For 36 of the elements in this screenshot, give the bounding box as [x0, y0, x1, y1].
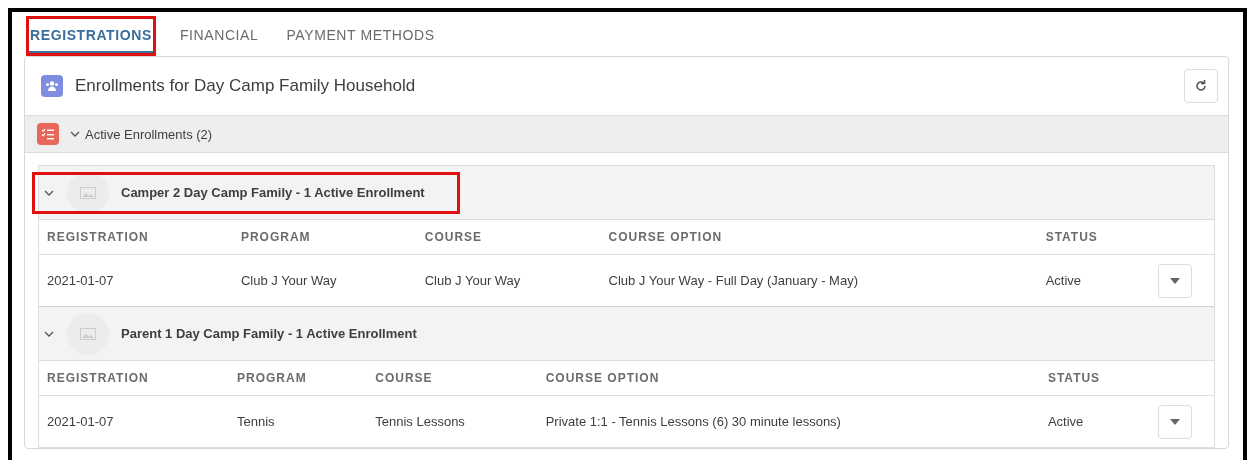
- table-cell: Club J Your Way - Full Day (January - May): [600, 254, 1038, 306]
- tab[interactable]: REGISTRATIONS: [28, 18, 154, 54]
- table-cell: Tennis: [229, 395, 368, 447]
- caret-icon: [1170, 277, 1180, 284]
- column-header: REGISTRATION: [39, 220, 233, 255]
- table-cell: Club J Your Way: [416, 254, 601, 306]
- table-cell: Club J Your Way: [232, 254, 417, 306]
- group-toggle[interactable]: Parent 1 Day Camp Family - 1 Active Enrollment: [35, 315, 449, 352]
- refresh-icon: [1194, 79, 1208, 93]
- column-header: COURSE: [367, 361, 538, 396]
- column-header: STATUS: [1037, 220, 1150, 255]
- column-header: COURSE: [416, 220, 601, 255]
- table-cell: Tennis Lessons: [367, 395, 538, 447]
- tab[interactable]: FINANCIAL: [177, 18, 261, 54]
- column-header: PROGRAM: [229, 361, 368, 396]
- caret-icon: [1170, 418, 1180, 425]
- people-icon: [41, 75, 63, 97]
- row-menu-button[interactable]: [1158, 263, 1192, 298]
- refresh-button[interactable]: [1184, 69, 1218, 103]
- table-cell: 2021-01-07: [39, 395, 230, 447]
- column-header: REGISTRATION: [39, 361, 230, 396]
- image-placeholder-icon: [67, 312, 109, 355]
- column-header: PROGRAM: [232, 220, 417, 255]
- table-cell: 2021-01-07: [39, 254, 233, 306]
- column-header: STATUS: [1039, 361, 1150, 396]
- column-header: COURSE OPTION: [600, 220, 1038, 255]
- table-cell: Active: [1037, 254, 1150, 306]
- section-toggle[interactable]: Active Enrollments (2): [69, 126, 213, 142]
- row-menu-button[interactable]: [1158, 404, 1192, 439]
- table-cell: Active: [1039, 395, 1150, 447]
- column-header: COURSE OPTION: [537, 361, 1040, 396]
- group-toggle[interactable]: Camper 2 Day Camp Family - 1 Active Enrollment: [35, 174, 457, 211]
- table-cell: Private 1:1 - Tennis Lessons (6) 30 minute lessons): [537, 395, 1040, 447]
- card-title: Enrollments for Day Camp Family Household: [75, 76, 417, 96]
- checklist-icon: [37, 123, 59, 145]
- tab[interactable]: PAYMENT METHODS: [284, 18, 437, 54]
